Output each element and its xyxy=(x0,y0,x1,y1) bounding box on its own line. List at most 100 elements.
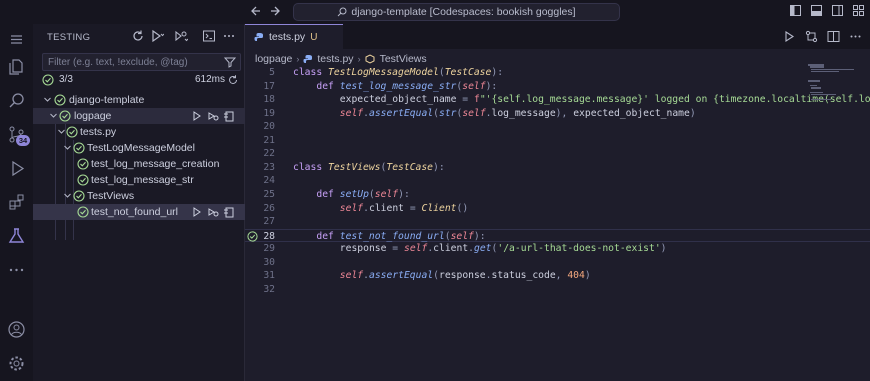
debug-all-tests-icon[interactable] xyxy=(174,29,188,43)
show-output-icon[interactable] xyxy=(202,29,216,43)
minimap-line xyxy=(811,98,831,100)
breadcrumb-item[interactable]: tests.py xyxy=(317,53,353,65)
go-to-test-icon[interactable] xyxy=(223,110,235,122)
testing-icon[interactable] xyxy=(7,226,26,245)
line-number: 25 xyxy=(263,188,275,200)
tree-item-label: tests.py xyxy=(80,126,117,138)
go-to-test-icon[interactable] xyxy=(223,206,235,218)
test-summary: 3/3 612ms xyxy=(41,72,241,88)
menu-icon[interactable] xyxy=(7,30,26,49)
tree-item-django-template[interactable]: django-template xyxy=(33,92,245,108)
pass-check-icon xyxy=(66,126,78,138)
pass-check-icon xyxy=(54,94,66,106)
minimap-line xyxy=(809,84,817,87)
filter-icon[interactable] xyxy=(224,56,236,68)
code-line[interactable]: 22 xyxy=(245,147,870,161)
test-filter[interactable] xyxy=(42,53,241,71)
arrow-right-icon[interactable] xyxy=(268,4,282,18)
run-all-tests-icon[interactable] xyxy=(150,29,164,43)
tree-item-testlogmessagemodel[interactable]: TestLogMessageModel xyxy=(33,140,245,156)
run-file-icon[interactable] xyxy=(783,30,796,43)
line-number: 22 xyxy=(263,148,275,160)
pass-check-icon xyxy=(77,174,89,186)
code-line[interactable]: 29 response = self.client.get('/a-url-tha… xyxy=(245,242,870,256)
toggle-panel-icon[interactable] xyxy=(811,5,822,16)
code-line[interactable]: 17 def test_log_message_str(self): xyxy=(245,80,870,94)
debug-test-icon[interactable] xyxy=(207,110,219,122)
run-debug-icon[interactable] xyxy=(7,159,26,178)
code-line[interactable]: 24 xyxy=(245,174,870,188)
debug-test-icon[interactable] xyxy=(207,206,219,218)
class-symbol-icon xyxy=(365,54,375,64)
minimap-line xyxy=(811,70,839,73)
tree-item-label: test_log_message_creation xyxy=(91,158,220,170)
code-line[interactable]: 30 xyxy=(245,256,870,270)
tree-item-test-log-message-str[interactable]: test_log_message_str xyxy=(33,172,245,188)
sidebar-title: TESTING xyxy=(47,32,91,43)
code-line[interactable]: 19 self.assertEqual(str(self.log_message)… xyxy=(245,107,870,121)
tab-tests-py[interactable]: tests.py U xyxy=(245,24,343,49)
chevron-right-icon: › xyxy=(357,54,361,64)
rerun-icon[interactable] xyxy=(227,74,239,86)
settings-gear-icon[interactable] xyxy=(7,354,26,373)
code-line[interactable]: 27 xyxy=(245,215,870,229)
chevron-down-icon xyxy=(64,145,71,150)
tree-item-label: TestViews xyxy=(87,190,135,202)
test-passed-gutter-icon[interactable] xyxy=(247,231,258,242)
filter-input[interactable] xyxy=(43,54,218,70)
tree-item-test-log-message-creation[interactable]: test_log_message_creation xyxy=(33,156,245,172)
run-test-icon[interactable] xyxy=(191,110,203,122)
summary-duration: 612ms xyxy=(194,74,225,85)
more-icon[interactable] xyxy=(7,260,26,279)
code-line[interactable]: 23 class TestViews(TestCase): xyxy=(245,161,870,175)
files-icon[interactable] xyxy=(7,57,26,76)
tree-item-label: test_not_found_url xyxy=(91,206,178,218)
pass-check-icon xyxy=(42,74,54,86)
pass-check-icon xyxy=(59,110,71,122)
chevron-down-icon xyxy=(58,129,65,134)
command-center-search[interactable]: django-template [Codespaces: bookish gog… xyxy=(293,3,620,21)
code-line[interactable]: 31 self.assertEqual(response.status_code,… xyxy=(245,269,870,283)
refresh-tests-icon[interactable] xyxy=(131,29,145,43)
more-actions-icon[interactable] xyxy=(849,30,862,43)
toggle-primary-sidebar-icon[interactable] xyxy=(790,5,801,16)
line-number: 17 xyxy=(263,80,275,92)
tree-item-logpage[interactable]: logpage xyxy=(33,108,245,124)
extensions-icon[interactable] xyxy=(7,193,26,212)
code-text: self.assertEqual(response.status_code, 4… xyxy=(339,270,591,282)
breadcrumb-item[interactable]: TestViews xyxy=(380,53,427,65)
line-number: 20 xyxy=(263,121,275,133)
customize-layout-icon[interactable] xyxy=(853,5,864,16)
code-line[interactable]: 26 self.client = Client() xyxy=(245,202,870,216)
code-text: self.client = Client() xyxy=(339,202,469,214)
line-number: 32 xyxy=(263,283,275,295)
split-editor-icon[interactable] xyxy=(827,30,840,43)
code-text: class TestLogMessageModel(TestCase): xyxy=(293,67,504,78)
python-file-icon xyxy=(254,33,263,41)
code-line[interactable]: 5 class TestLogMessageModel(TestCase): xyxy=(245,66,870,80)
tree-item-testviews[interactable]: TestViews xyxy=(33,188,245,204)
search-icon[interactable] xyxy=(7,91,26,110)
minimap[interactable] xyxy=(808,64,860,104)
chevron-down-icon xyxy=(64,193,71,198)
compare-changes-icon[interactable] xyxy=(805,30,818,43)
tree-item-test-not-found-url[interactable]: test_not_found_url xyxy=(33,204,245,220)
code-text: def test_not_found_url(self): xyxy=(316,230,486,242)
code-line[interactable]: 21 xyxy=(245,134,870,148)
code-line[interactable]: 25 def setUp(self): xyxy=(245,188,870,202)
line-number: 26 xyxy=(263,202,275,214)
code-area[interactable]: 5 class TestLogMessageModel(TestCase): 17 d… xyxy=(245,66,870,381)
breadcrumb-item[interactable]: logpage xyxy=(255,53,292,65)
code-line[interactable]: 18 expected_object_name = f"'{self.log_me… xyxy=(245,93,870,107)
code-line[interactable]: 32 xyxy=(245,283,870,297)
run-test-icon[interactable] xyxy=(191,206,203,218)
code-line[interactable]: 20 xyxy=(245,120,870,134)
code-line[interactable]: 28 def test_not_found_url(self): xyxy=(245,228,870,243)
tree-item-tests-py[interactable]: tests.py xyxy=(33,124,245,140)
minimap-line xyxy=(808,80,820,82)
more-actions-icon[interactable] xyxy=(222,29,236,43)
account-icon[interactable] xyxy=(7,320,26,339)
arrow-left-icon[interactable] xyxy=(249,4,263,18)
toggle-secondary-sidebar-icon[interactable] xyxy=(832,5,843,16)
git-status-badge: U xyxy=(310,31,318,43)
